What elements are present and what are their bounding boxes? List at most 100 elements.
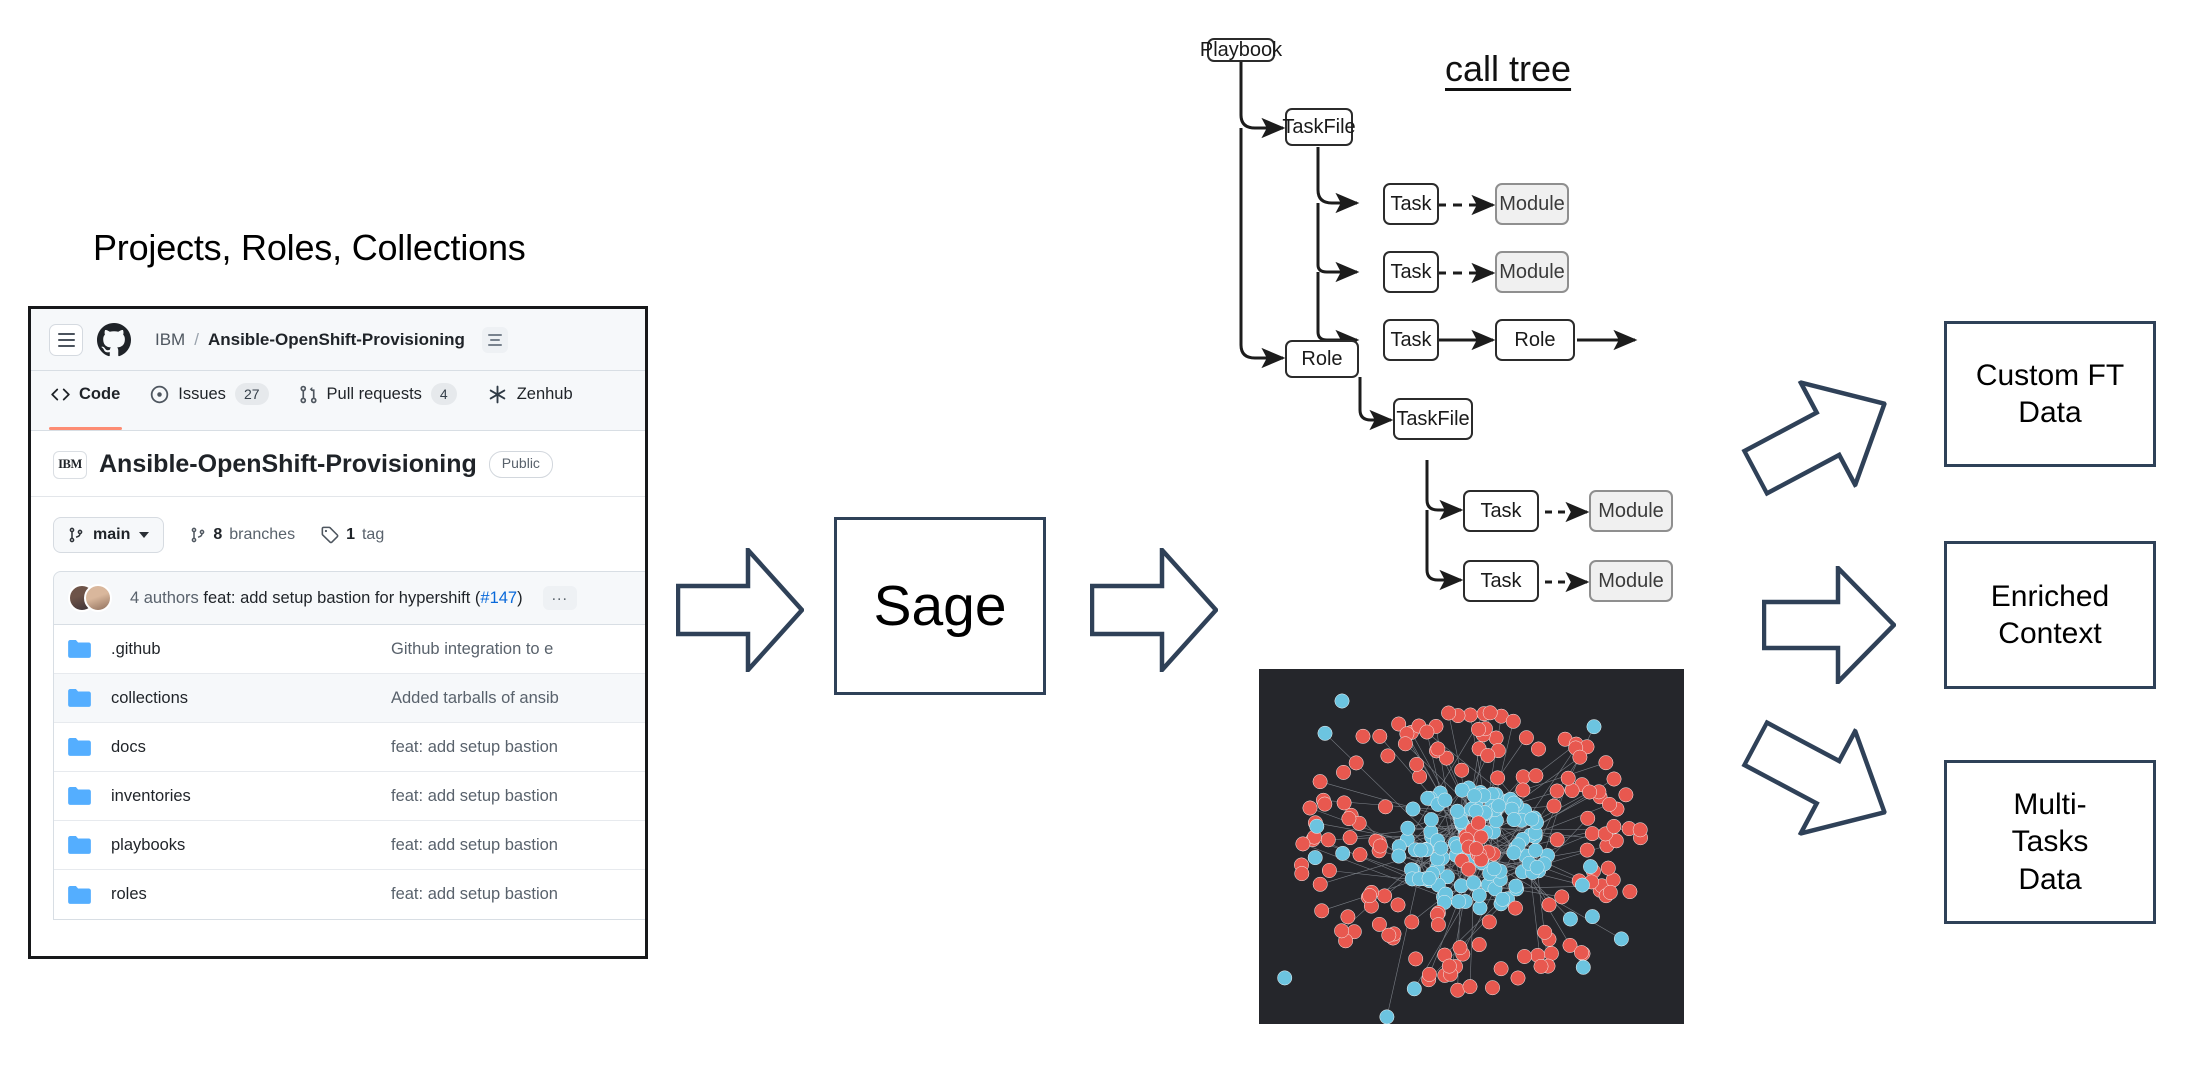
table-row[interactable]: collections Added tarballs of ansib: [54, 674, 645, 723]
node-module-3[interactable]: Module: [1589, 490, 1673, 532]
file-name[interactable]: inventories: [111, 787, 391, 806]
zenhub-asterisk-icon: [489, 385, 505, 403]
list-lines-icon[interactable]: [481, 326, 508, 353]
github-top-bar: IBM / Ansible-OpenShift-Provisioning: [31, 309, 645, 371]
git-branch-icon: [191, 527, 205, 543]
breadcrumb-repo[interactable]: Ansible-OpenShift-Provisioning: [208, 330, 465, 350]
graph-node: [1441, 958, 1457, 974]
output-box-enriched-context: Enriched Context: [1944, 541, 2156, 689]
graph-node: [1307, 850, 1323, 866]
graph-node: [1541, 897, 1557, 913]
node-module-4[interactable]: Module: [1589, 560, 1673, 602]
graph-node: [1320, 832, 1336, 848]
branches-count[interactable]: 8 branches: [190, 526, 295, 544]
graph-node: [1560, 770, 1576, 786]
graph-node: [1491, 798, 1507, 814]
file-name[interactable]: playbooks: [111, 836, 391, 855]
output-line-2: Tasks: [2011, 825, 2089, 859]
tab-issues[interactable]: Issues 27: [150, 371, 269, 430]
graph-node: [1579, 842, 1595, 858]
node-playbook[interactable]: Playbook: [1200, 38, 1282, 62]
node-module-2[interactable]: Module: [1495, 251, 1569, 293]
file-commit-message: Added tarballs of ansib: [391, 688, 559, 707]
graph-node: [1462, 979, 1478, 995]
tab-code-label: Code: [79, 384, 121, 403]
node-module-1[interactable]: Module: [1495, 183, 1569, 225]
file-commit-message: feat: add setup bastion: [391, 885, 558, 903]
node-taskfile-2[interactable]: TaskFile: [1393, 398, 1473, 440]
output-line-3: Data: [2018, 862, 2082, 896]
graph-node: [1632, 822, 1648, 838]
commit-summary[interactable]: feat: add setup bastion for hypershift (: [203, 589, 480, 607]
graph-node: [1451, 894, 1467, 909]
branch-selector[interactable]: main: [53, 517, 165, 553]
table-row[interactable]: docs feat: add setup bastion: [54, 723, 645, 772]
graph-node: [1454, 762, 1470, 778]
graph-node: [1379, 1009, 1395, 1024]
slide-canvas: Projects, Roles, Collections IBM / Ansib…: [0, 0, 2194, 1068]
sage-label: Sage: [873, 573, 1007, 638]
graph-node: [1546, 798, 1562, 814]
arrow-to-enriched-context: [1762, 566, 1896, 684]
branches-label: branches: [229, 526, 296, 543]
file-name[interactable]: collections: [111, 689, 391, 708]
graph-node: [1277, 970, 1293, 986]
graph-node: [1586, 719, 1602, 735]
commit-summary-close: ): [517, 588, 523, 607]
commit-authors[interactable]: 4 authors: [130, 589, 199, 607]
node-task-3[interactable]: Task: [1383, 319, 1439, 361]
graph-node: [1471, 721, 1486, 737]
table-row[interactable]: inventories feat: add setup bastion: [54, 772, 645, 821]
pr-link[interactable]: #147: [480, 589, 517, 607]
github-mark-icon[interactable]: [97, 322, 131, 357]
graph-node: [1480, 748, 1496, 763]
graph-node: [1582, 784, 1598, 800]
graph-node: [1490, 770, 1506, 786]
node-task-2[interactable]: Task: [1383, 251, 1439, 293]
graph-node: [1413, 842, 1429, 858]
graph-node: [1336, 795, 1352, 811]
graph-node: [1606, 818, 1622, 834]
graph-node: [1543, 946, 1559, 961]
file-commit-message: feat: add setup bastion: [391, 835, 558, 854]
node-task-4[interactable]: Task: [1463, 490, 1539, 532]
node-task-1[interactable]: Task: [1383, 183, 1439, 225]
tab-pull-requests[interactable]: Pull requests 4: [299, 371, 457, 430]
hamburger-icon[interactable]: [49, 323, 83, 356]
repo-title[interactable]: Ansible-OpenShift-Provisioning: [99, 450, 477, 479]
node-role-1[interactable]: Role: [1495, 319, 1575, 361]
output-line-2: Context: [1998, 617, 2102, 650]
graph-node: [1471, 937, 1487, 953]
commit-message: 4 authors feat: add setup bastion for hy…: [130, 589, 523, 608]
tab-pull-requests-count: 4: [430, 382, 457, 406]
file-name[interactable]: docs: [111, 738, 391, 757]
folder-icon: [68, 738, 91, 756]
breadcrumb-separator: /: [194, 329, 199, 349]
graph-node: [1400, 820, 1416, 836]
node-task-5[interactable]: Task: [1463, 560, 1539, 602]
graph-node: [1372, 838, 1388, 854]
graph-node: [1528, 768, 1544, 784]
table-row[interactable]: roles feat: add setup bastion: [54, 870, 645, 919]
call-tree-diagram: call tree Playbook TaskFile Task Module …: [1200, 20, 1905, 640]
graph-node: [1341, 811, 1357, 827]
node-role-2[interactable]: Role: [1285, 340, 1359, 378]
node-taskfile-1[interactable]: TaskFile: [1282, 108, 1356, 146]
breadcrumb-owner[interactable]: IBM: [155, 330, 185, 350]
tab-code[interactable]: Code: [48, 371, 123, 430]
graph-node: [1421, 871, 1437, 886]
tags-count[interactable]: 1 tag: [321, 526, 384, 544]
graph-node: [1602, 796, 1617, 812]
commit-overflow-button[interactable]: ...: [542, 586, 577, 610]
table-row[interactable]: playbooks feat: add setup bastion: [54, 821, 645, 870]
avatar-stack: [68, 583, 116, 613]
file-name[interactable]: roles: [111, 885, 391, 904]
file-name[interactable]: .github: [111, 640, 391, 659]
graph-node: [1508, 878, 1524, 894]
graph-node: [1613, 931, 1629, 947]
table-row[interactable]: .github Github integration to e: [54, 625, 645, 674]
graph-node: [1433, 840, 1449, 856]
tab-zenhub[interactable]: Zenhub: [487, 371, 573, 430]
graph-node: [1471, 815, 1486, 831]
visibility-badge: Public: [488, 451, 553, 478]
